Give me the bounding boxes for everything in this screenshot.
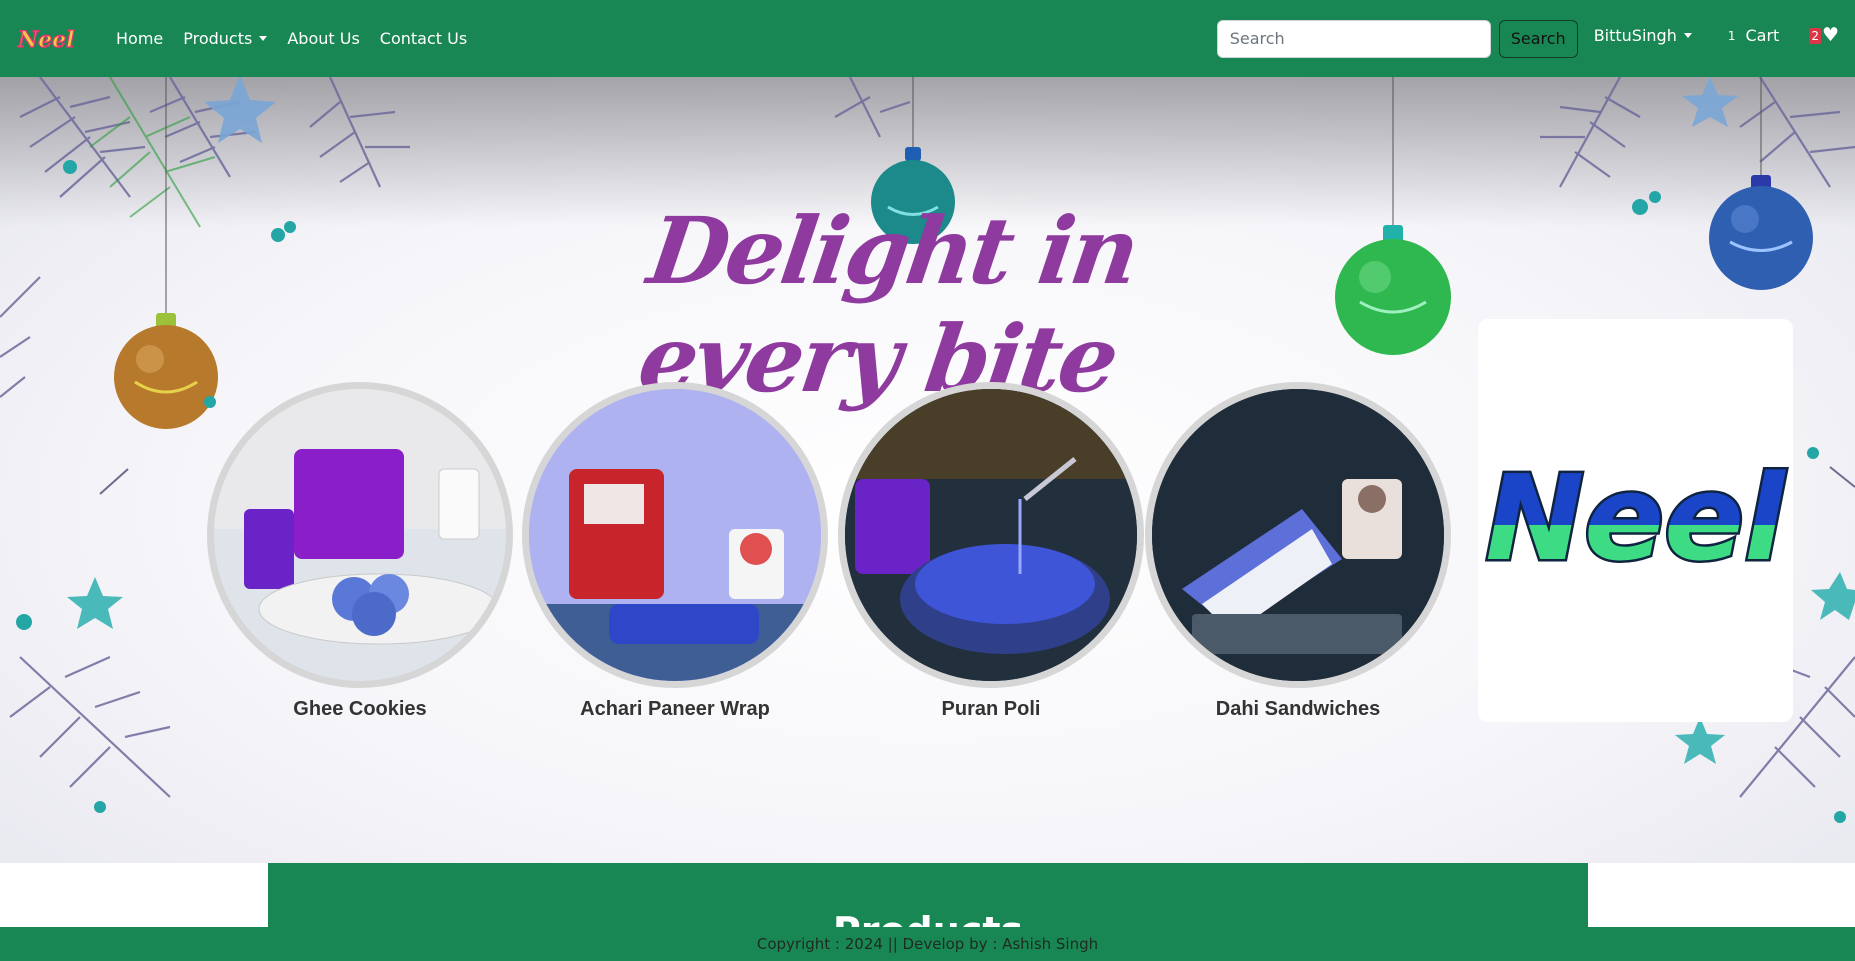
brand-logo[interactable]: Neel <box>16 24 86 54</box>
heart-icon: ♥ <box>1821 24 1839 46</box>
search-button[interactable]: Search <box>1498 19 1578 58</box>
nav-contact-link[interactable]: Contact Us <box>380 29 467 48</box>
brand-logo-large: Neel <box>1483 447 1789 590</box>
wishlist-link[interactable]: 2 ♥ <box>1809 26 1839 45</box>
wishlist-count-badge: 2 <box>1809 27 1821 44</box>
product-image <box>207 382 513 688</box>
cart-count: 1 <box>1727 28 1736 43</box>
brand-logo-card: Neel <box>1478 319 1793 722</box>
product-image <box>838 382 1144 688</box>
hero-headline: Delight in every bite <box>632 197 1144 413</box>
product-card[interactable]: Puran Poli <box>836 382 1146 721</box>
chevron-down-icon <box>259 36 268 41</box>
user-name: BittuSingh <box>1593 26 1677 45</box>
svg-text:Neel: Neel <box>1485 449 1786 587</box>
product-name: Dahi Sandwiches <box>1215 698 1381 720</box>
product-image <box>1145 382 1451 688</box>
product-card[interactable]: Ghee Cookies <box>205 382 515 721</box>
nav-products-label: Products <box>183 29 253 48</box>
product-name: Ghee Cookies <box>293 698 427 720</box>
svg-text:Neel: Neel <box>17 27 74 53</box>
cart-label: Cart <box>1745 26 1780 45</box>
product-name: Puran Poli <box>941 698 1041 720</box>
hero-banner: Delight in every bite Ghee Cookies Achar… <box>0 77 1855 863</box>
product-card[interactable]: Dahi Sandwiches <box>1143 382 1453 721</box>
copyright-text: Copyright : 2024 || Develop by : Ashish … <box>756 935 1099 953</box>
navbar: Neel Home Products About Us Contact Us S… <box>0 0 1855 77</box>
search-input[interactable] <box>1216 19 1491 58</box>
nav-about-link[interactable]: About Us <box>287 29 359 48</box>
product-name: Achari Paneer Wrap <box>580 698 770 720</box>
cart-link[interactable]: 1 Cart <box>1728 26 1779 45</box>
nav-home-link[interactable]: Home <box>116 29 163 48</box>
product-image <box>522 382 828 688</box>
chevron-down-icon <box>1683 33 1692 38</box>
product-card[interactable]: Achari Paneer Wrap <box>520 382 830 721</box>
nav-products-dropdown[interactable]: Products <box>183 29 268 48</box>
user-menu-dropdown[interactable]: BittuSingh <box>1594 26 1692 45</box>
footer: Copyright : 2024 || Develop by : Ashish … <box>0 927 1855 961</box>
